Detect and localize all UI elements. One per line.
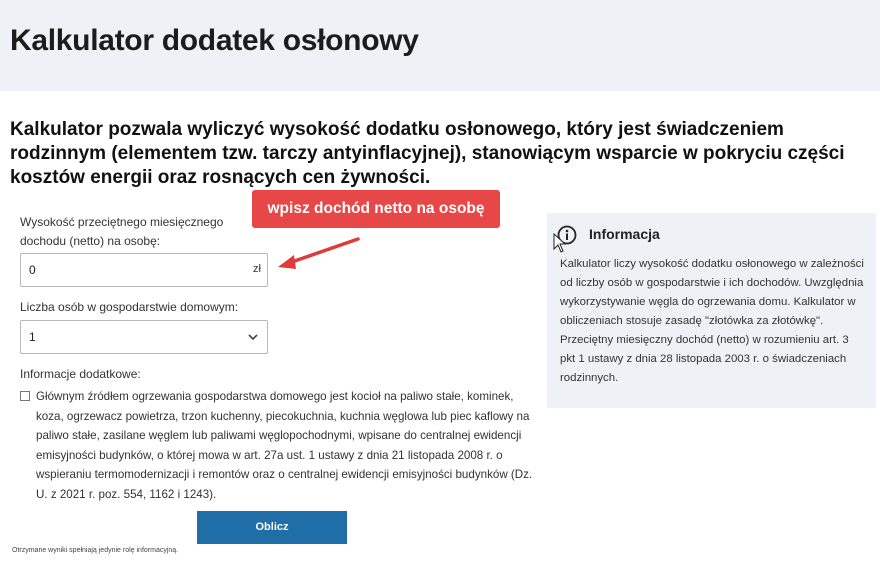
page-header: Kalkulator dodatek osłonowy <box>0 0 880 91</box>
income-input[interactable] <box>29 254 239 286</box>
red-arrow-icon <box>278 237 360 269</box>
info-text: Kalkulator liczy wysokość dodatku osłono… <box>560 255 865 388</box>
info-text-part1: Kalkulator liczy wysokość dodatku osłono… <box>560 258 864 327</box>
page-title: Kalkulator dodatek osłonowy <box>10 24 419 57</box>
income-label-line2: dochodu (netto) na osobę: <box>20 234 161 248</box>
mouse-pointer-icon <box>553 233 567 253</box>
coal-heating-checkbox[interactable] <box>20 391 30 401</box>
calculate-button[interactable]: Oblicz <box>197 511 347 544</box>
income-field[interactable]: zł <box>20 253 268 287</box>
income-unit: zł <box>253 263 261 275</box>
income-hint-callout: wpisz dochód netto na osobę <box>252 190 500 228</box>
chevron-down-icon <box>248 334 258 341</box>
coal-heating-checkbox-label[interactable]: Głównym źródłem ogrzewania gospodarstwa … <box>36 387 536 504</box>
income-label: Wysokość przeciętnego miesięcznego docho… <box>20 213 223 251</box>
persons-select-value: 1 <box>29 330 36 344</box>
persons-select[interactable]: 1 <box>20 320 268 354</box>
extra-info-label: Informacje dodatkowe: <box>20 367 141 381</box>
info-text-part2: Przeciętny miesięczny dochód (netto) w r… <box>560 334 849 384</box>
info-title: Informacja <box>589 226 660 242</box>
intro-text: Kalkulator pozwala wyliczyć wysokość dod… <box>10 119 845 188</box>
persons-label: Liczba osób w gospodarstwie domowym: <box>20 300 239 314</box>
disclaimer-text: Otrzymane wyniki spełniają jedynie rolę … <box>12 547 179 554</box>
info-panel: Informacja Kalkulator liczy wysokość dod… <box>547 213 876 408</box>
income-label-line1: Wysokość przeciętnego miesięcznego <box>20 215 224 229</box>
